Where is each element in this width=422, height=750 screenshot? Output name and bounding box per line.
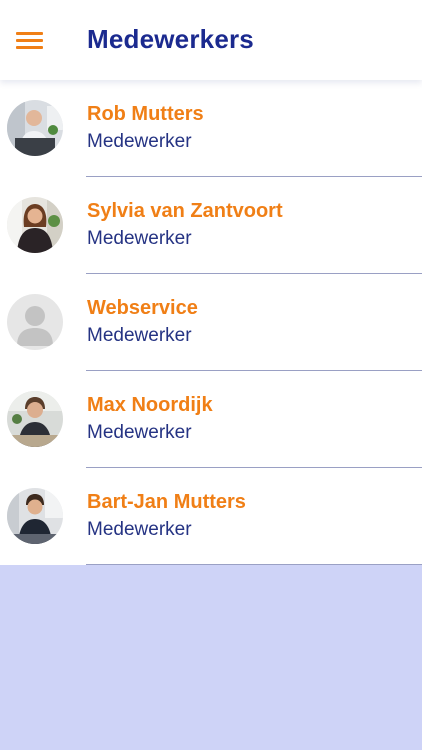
list-item[interactable]: Bart-Jan Mutters Medewerker bbox=[0, 468, 422, 565]
placeholder-person-icon bbox=[7, 294, 63, 350]
list-item[interactable]: Rob Mutters Medewerker bbox=[0, 80, 422, 177]
page-title: Medewerkers bbox=[87, 24, 254, 54]
employee-name: Max Noordijk bbox=[87, 394, 213, 416]
employee-list: Rob Mutters Medewerker Sylvia van Zantvo… bbox=[0, 80, 422, 565]
employee-role: Medewerker bbox=[87, 325, 192, 346]
employee-role: Medewerker bbox=[87, 422, 192, 443]
employee-role: Medewerker bbox=[87, 131, 192, 152]
list-item[interactable]: Webservice Medewerker bbox=[0, 274, 422, 371]
divider bbox=[86, 564, 422, 565]
hamburger-menu-icon[interactable] bbox=[16, 30, 43, 52]
avatar bbox=[7, 197, 63, 253]
list-item[interactable]: Max Noordijk Medewerker bbox=[0, 371, 422, 468]
avatar bbox=[7, 391, 63, 447]
employee-name: Rob Mutters bbox=[87, 103, 204, 125]
employee-name: Bart-Jan Mutters bbox=[87, 491, 246, 513]
employee-name: Webservice bbox=[87, 297, 198, 319]
employee-name: Sylvia van Zantvoort bbox=[87, 200, 283, 222]
employee-role: Medewerker bbox=[87, 228, 192, 249]
app-header: Medewerkers bbox=[0, 0, 422, 80]
avatar bbox=[7, 488, 63, 544]
list-item[interactable]: Sylvia van Zantvoort Medewerker bbox=[0, 177, 422, 274]
avatar bbox=[7, 100, 63, 156]
employee-role: Medewerker bbox=[87, 519, 192, 540]
